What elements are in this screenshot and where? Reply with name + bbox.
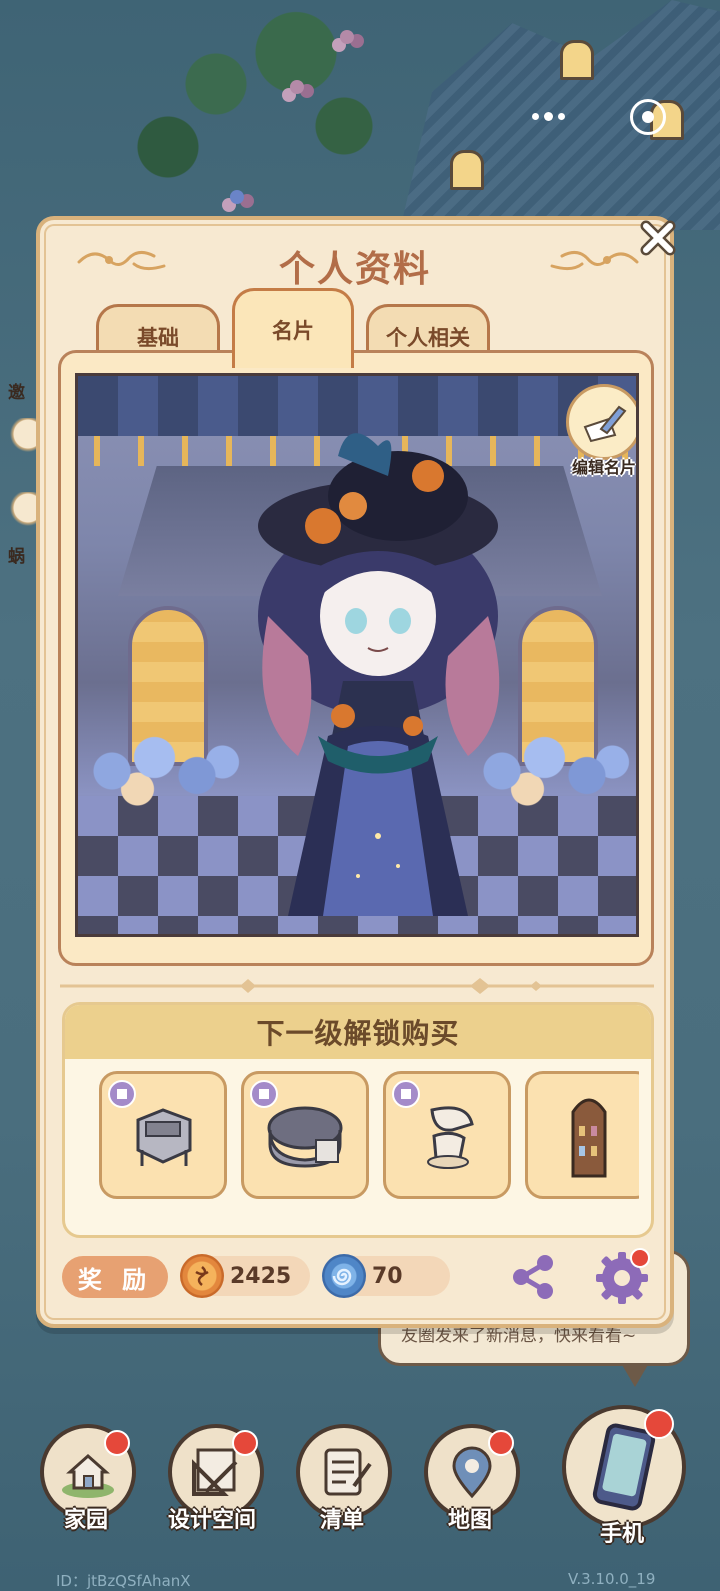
nav-home-label: 家园 [64, 1508, 109, 1533]
more-options-button[interactable] [508, 96, 588, 136]
close-button[interactable] [636, 216, 680, 260]
background-plant [120, 0, 440, 210]
gem-amount: 70 [372, 1263, 403, 1289]
gold-amount: 2425 [230, 1263, 292, 1289]
close-icon [640, 220, 676, 256]
unlock-item-stove[interactable] [99, 1071, 227, 1199]
gold-coin-icon [180, 1254, 224, 1298]
share-icon [513, 1255, 553, 1299]
character-avatar [258, 433, 500, 916]
flourish-right-ornament [542, 242, 642, 278]
pencil-card-icon [566, 384, 636, 460]
armchair-icon [267, 1106, 343, 1168]
swirl-gem-icon [322, 1254, 366, 1298]
gem-currency: 70 [322, 1254, 450, 1298]
unlock-item-stand-mixer[interactable] [383, 1071, 511, 1199]
settings-notification-dot [630, 1248, 650, 1268]
gold-currency: 2425 [180, 1254, 310, 1298]
nav-phone-button[interactable] [562, 1405, 686, 1529]
close-miniprogram-button[interactable] [630, 99, 666, 135]
ornamental-divider [60, 978, 654, 994]
nav-design-label: 设计空间 [168, 1508, 257, 1533]
unlock-items-list[interactable] [99, 1071, 639, 1201]
map-notification-dot [488, 1430, 514, 1456]
background-window [450, 150, 484, 190]
phone-notification-dot [644, 1409, 674, 1439]
edit-card-button[interactable]: 编辑名片 [564, 384, 636, 484]
unlock-item-armchair[interactable] [241, 1071, 369, 1199]
edit-card-label: 编辑名片 [571, 458, 636, 477]
profile-footer-row: 奖 励 2425 70 [62, 1248, 662, 1304]
bottle-shelf-icon [571, 1098, 607, 1178]
background-window [560, 40, 594, 80]
profile-modal: 个人资料 基础 名片 个人相关 编辑名片 下一级解锁购买 奖 励 2425 70 [36, 216, 676, 1328]
stand-mixer-icon [427, 1106, 474, 1169]
name-card-image: 编辑名片 [75, 373, 639, 937]
stove-icon [136, 1108, 192, 1166]
background-flower [340, 30, 354, 44]
furniture-badge-icon [250, 1080, 278, 1108]
unlock-purchase-panel: 下一级解锁购买 [62, 1002, 654, 1238]
name-card-frame: 编辑名片 [58, 350, 654, 966]
settings-button[interactable] [592, 1246, 652, 1306]
blue-flowers-left [78, 726, 248, 816]
user-id-text: ID：jtBzQSfAhanX [56, 1572, 191, 1590]
version-text: V.3.10.0_19 [568, 1570, 656, 1588]
checklist-icon [324, 1448, 372, 1496]
share-button[interactable] [508, 1252, 558, 1302]
unlock-title: 下一级解锁购买 [65, 1005, 651, 1059]
nav-map-label: 地图 [448, 1508, 493, 1533]
design-notification-dot [232, 1430, 258, 1456]
nav-phone-label: 手机 [600, 1522, 645, 1547]
reward-button[interactable]: 奖 励 [62, 1256, 168, 1298]
unlock-item-bottle-shelf[interactable] [525, 1071, 639, 1199]
background-flower [230, 190, 244, 204]
furniture-badge-icon [392, 1080, 420, 1108]
background-flower [290, 80, 304, 94]
tab-card[interactable]: 名片 [232, 288, 354, 368]
home-notification-dot [104, 1430, 130, 1456]
nav-checklist-label: 清单 [320, 1508, 365, 1533]
furniture-badge-icon [108, 1080, 136, 1108]
